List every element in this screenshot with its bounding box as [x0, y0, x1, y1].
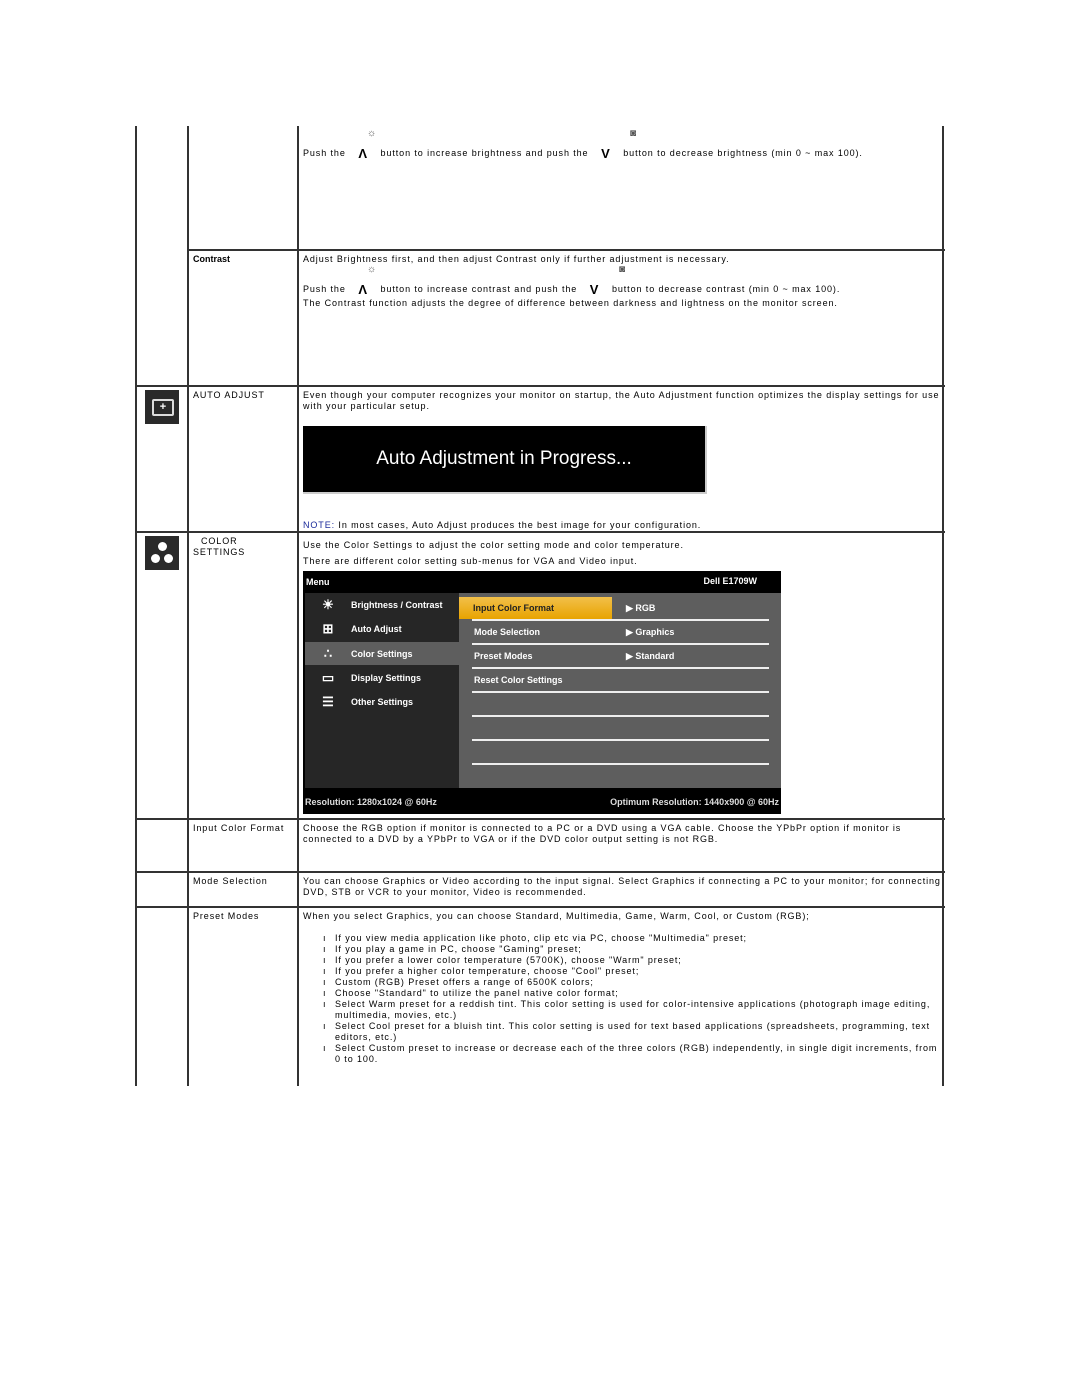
- brightness-icon: ☼: [367, 128, 377, 139]
- osd-sub-empty: [472, 693, 769, 717]
- row-divider: [135, 906, 945, 908]
- list-item: If you prefer a lower color temperature …: [303, 955, 943, 966]
- osd-main-menu: ☀ Brightness / Contrast ⊞ Auto Adjust ∴ …: [305, 593, 459, 788]
- osd-resolution: Resolution: 1280x1024 @ 60Hz: [305, 797, 437, 807]
- input-color-format-label: Input Color Format: [193, 823, 285, 833]
- preset-modes-intro: When you select Graphics, you can choose…: [303, 911, 810, 921]
- color-settings-line1: Use the Color Settings to adjust the col…: [303, 540, 684, 550]
- list-item: If you play a game in PC, choose "Gaming…: [303, 944, 943, 955]
- mode-selection-label: Mode Selection: [193, 876, 268, 886]
- osd-submenu: Input Color Format ▶ RGB Mode Selection …: [459, 593, 781, 788]
- osd-title: Menu: [306, 577, 330, 587]
- osd-item-brightness-contrast: ☀ Brightness / Contrast: [305, 593, 459, 616]
- contrast-label: Contrast: [193, 254, 231, 264]
- osd-sub-empty: [472, 717, 769, 741]
- osd-sub-reset-color: Reset Color Settings: [472, 669, 769, 693]
- contrast-icon: ◙: [630, 128, 637, 139]
- auto-adjust-label: AUTO ADJUST: [193, 390, 265, 400]
- list-item: Select Custom preset to increase or decr…: [303, 1043, 943, 1065]
- list-item: If you view media application like photo…: [303, 933, 943, 944]
- row-divider: [135, 818, 945, 820]
- up-arrow-icon: Λ: [358, 146, 368, 162]
- contrast-icon: ◙: [619, 264, 626, 275]
- osd-sub-preset-modes: Preset Modes ▶ Standard: [472, 645, 769, 669]
- row-divider: [135, 531, 945, 533]
- contrast-instructions: Push the Λ button to increase contrast a…: [303, 282, 841, 298]
- list-item: Select Cool preset for a bluish tint. Th…: [303, 1021, 943, 1043]
- list-item: Choose "Standard" to utilize the panel n…: [303, 988, 943, 999]
- auto-adjust-note: NOTE: In most cases, Auto Adjust produce…: [303, 520, 702, 530]
- osd-menu-screenshot: Menu Dell E1709W ☀ Brightness / Contrast…: [303, 571, 781, 814]
- table-border-left: [135, 126, 137, 1086]
- list-item: If you prefer a higher color temperature…: [303, 966, 943, 977]
- brightness-icon: ☼: [367, 264, 377, 275]
- display-icon: ▭: [321, 669, 335, 685]
- color-settings-label: COLOR SETTINGS: [193, 536, 246, 557]
- mode-selection-text: You can choose Graphics or Video accordi…: [303, 876, 941, 897]
- osd-footer: Resolution: 1280x1024 @ 60Hz Optimum Res…: [303, 788, 781, 814]
- list-item: Select Warm preset for a reddish tint. T…: [303, 999, 943, 1021]
- sliders-icon: ☰: [322, 693, 334, 709]
- color-settings-icon: ∴: [323, 645, 333, 661]
- preset-modes-label: Preset Modes: [193, 911, 260, 921]
- brightness-icon: ☀: [322, 596, 334, 612]
- auto-adjust-banner: Auto Adjustment in Progress...: [303, 426, 707, 494]
- row-divider: [135, 871, 945, 873]
- row-divider: [187, 249, 945, 251]
- osd-item-other-settings: ☰ Other Settings: [305, 690, 459, 713]
- contrast-description: The Contrast function adjusts the degree…: [303, 298, 838, 308]
- osd-sub-input-color-format: Input Color Format ▶ RGB: [459, 597, 769, 621]
- osd-optimum-resolution: Optimum Resolution: 1440x900 @ 60Hz: [610, 797, 779, 807]
- osd-sub-mode-selection: Mode Selection ▶ Graphics: [472, 621, 769, 645]
- down-arrow-icon: V: [589, 282, 600, 298]
- up-arrow-icon: Λ: [358, 282, 368, 298]
- preset-modes-list: If you view media application like photo…: [303, 933, 943, 1065]
- color-settings-line2: There are different color setting sub-me…: [303, 556, 638, 566]
- auto-adjust-icon: +: [145, 390, 179, 424]
- table-border-col1: [187, 126, 189, 1086]
- auto-adjust-description: Even though your computer recognizes you…: [303, 390, 940, 411]
- down-arrow-icon: V: [601, 146, 611, 162]
- brightness-instructions: Push the Λ button to increase brightness…: [303, 146, 863, 162]
- osd-item-display-settings: ▭ Display Settings: [305, 666, 459, 689]
- note-keyword: NOTE:: [303, 520, 336, 530]
- input-color-format-text: Choose the RGB option if monitor is conn…: [303, 823, 902, 844]
- row-divider: [135, 385, 945, 387]
- auto-adjust-icon: ⊞: [322, 620, 334, 636]
- osd-item-auto-adjust: ⊞ Auto Adjust: [305, 617, 459, 640]
- osd-sub-empty: [472, 741, 769, 765]
- osd-item-color-settings: ∴ Color Settings: [305, 642, 459, 665]
- osd-model: Dell E1709W: [703, 576, 757, 586]
- table-border-col2: [297, 126, 299, 1086]
- list-item: Custom (RGB) Preset offers a range of 65…: [303, 977, 943, 988]
- color-settings-icon: [145, 536, 179, 570]
- osd-header: Menu Dell E1709W: [303, 571, 781, 593]
